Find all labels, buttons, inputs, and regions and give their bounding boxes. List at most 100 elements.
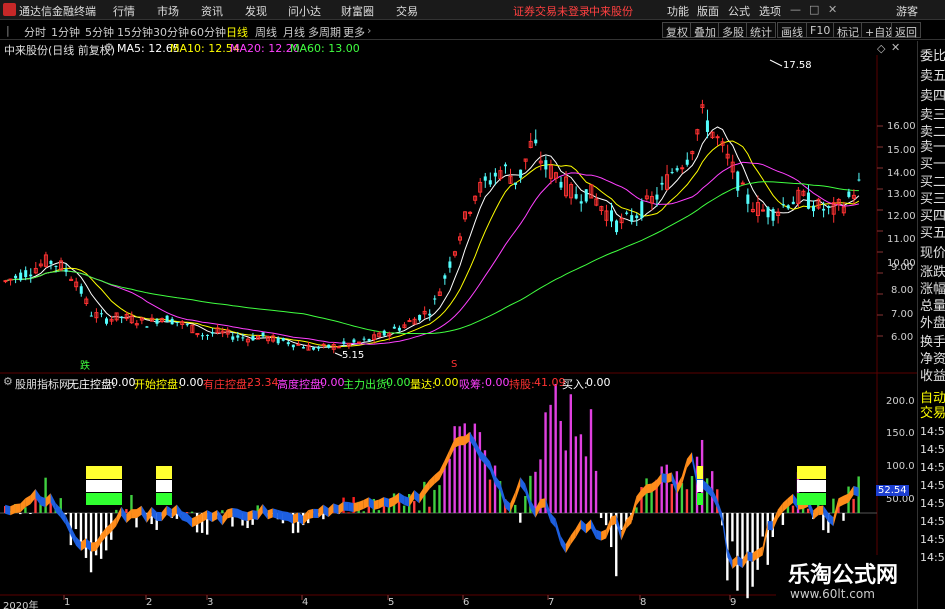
date-tick-2: 2 — [146, 597, 153, 608]
indicator-band — [666, 472, 672, 484]
side-trade[interactable]: 交易 — [920, 402, 945, 421]
tf-daily[interactable]: 日线 — [226, 24, 248, 40]
menu-hangqing[interactable]: 行情 — [113, 3, 135, 19]
tf-60min[interactable]: 60分钟 — [190, 24, 226, 40]
indicator-bar — [569, 394, 572, 513]
side-buy1[interactable]: 买一 — [920, 153, 945, 172]
restore-icon[interactable]: □ — [809, 3, 819, 16]
tool-fanhui[interactable]: 返回 — [891, 22, 921, 39]
tf-weekly[interactable]: 周线 — [255, 24, 277, 40]
indicator-band — [520, 477, 526, 493]
tf-fenshi[interactable]: 分时 — [24, 24, 46, 40]
tf-1min[interactable]: 1分钟 — [51, 24, 80, 40]
tf-30min[interactable]: 30分钟 — [153, 24, 189, 40]
indicator-bar — [84, 513, 88, 558]
menu-gongshi[interactable]: 公式 — [728, 3, 750, 19]
signal-block-yellow — [156, 466, 172, 479]
indicator-bar — [473, 423, 477, 513]
kline-chart[interactable] — [0, 41, 917, 609]
side-sell5[interactable]: 卖五 — [920, 65, 945, 84]
indicator-bar — [766, 513, 769, 565]
candle-body — [579, 201, 583, 204]
candle-body — [231, 336, 235, 340]
menu-banmian[interactable]: 版面 — [697, 3, 719, 19]
menu-zixun[interactable]: 资讯 — [201, 3, 223, 19]
candle-body — [286, 342, 290, 345]
chevron-right-icon[interactable]: › — [367, 24, 371, 37]
indicator-bar — [806, 508, 810, 513]
indicator-band — [787, 493, 793, 508]
menu-xuanxiang[interactable]: 选项 — [759, 3, 781, 19]
guest-label[interactable]: 游客 — [896, 3, 918, 19]
indicator-band — [25, 495, 31, 508]
watermark-title: 乐淘公式网 — [788, 563, 899, 588]
indicator-bar — [670, 483, 673, 513]
tool-diejia[interactable]: 叠加 — [690, 22, 720, 39]
tool-huaxian[interactable]: 画线 — [777, 22, 807, 39]
indicator-bar — [74, 513, 78, 530]
candle-body — [241, 337, 245, 339]
tf-15min[interactable]: 15分钟 — [117, 24, 153, 40]
menu-jiaoyi[interactable]: 交易 — [396, 3, 418, 19]
candle-body — [584, 189, 588, 202]
candle-body — [514, 182, 518, 185]
indicator-bar — [44, 477, 47, 513]
tf-more[interactable]: 更多 — [343, 24, 365, 40]
menu-gongneng[interactable]: 功能 — [667, 3, 689, 19]
price-tick-15: 15.00 — [887, 145, 916, 156]
side-earnings[interactable]: 收益 — [920, 365, 945, 384]
candle-body — [79, 286, 83, 294]
indicator-bar — [347, 512, 350, 514]
menu-faxian[interactable]: 发现 — [245, 3, 267, 19]
tool-tongji[interactable]: 统计 — [746, 22, 776, 39]
signal-block-green — [697, 493, 703, 505]
tool-biaoji[interactable]: 标记 — [833, 22, 863, 39]
indicator-settings-icon[interactable]: ⚙ — [3, 375, 13, 388]
indicator-band — [404, 495, 410, 507]
login-notice[interactable]: 证券交易未登录 — [513, 3, 590, 19]
f9-value: 0.00 — [586, 376, 611, 389]
toggle-icon[interactable]: | — [6, 24, 10, 37]
tf-multi[interactable]: 多周期 — [308, 24, 341, 40]
candle-body — [625, 212, 629, 214]
menu-shichang[interactable]: 市场 — [157, 3, 179, 19]
indicator-bar — [413, 501, 416, 513]
tool-duogu[interactable]: 多股 — [718, 22, 748, 39]
price-tick-9: 9.00 — [891, 262, 914, 273]
tool-fuquan[interactable]: 复权 — [662, 22, 692, 39]
indicator-band — [813, 506, 819, 520]
signal-block-white — [697, 480, 703, 492]
f7-label: 吸筹: — [459, 378, 485, 391]
indicator-bar — [534, 471, 537, 513]
date-tick-2020: 2020年 — [3, 601, 39, 609]
indicator-name[interactable]: 股朋指标网 — [15, 376, 70, 392]
tf-monthly[interactable]: 月线 — [283, 24, 305, 40]
indicator-bar — [781, 513, 785, 525]
candle-body — [428, 313, 432, 316]
watermark-url: www.60lt.com — [790, 587, 875, 601]
side-buy5[interactable]: 买五 — [920, 222, 945, 241]
candle-body — [261, 332, 265, 337]
side-sell4[interactable]: 卖四 — [920, 85, 945, 104]
indicator-bar — [751, 513, 754, 587]
side-price[interactable]: 现价 — [920, 242, 945, 261]
indicator-bar — [438, 485, 441, 513]
side-outer[interactable]: 外盘 — [920, 312, 945, 331]
tool-f10[interactable]: F10 — [806, 22, 835, 38]
minimize-icon[interactable]: — — [790, 3, 801, 16]
indicator-band — [333, 503, 339, 515]
f6-label: 量达: — [410, 378, 436, 391]
indicator-bar — [443, 464, 446, 513]
candle-body — [357, 341, 361, 344]
close-icon[interactable]: ✕ — [828, 3, 837, 16]
side-weibi[interactable]: 委比 — [920, 45, 945, 64]
menu-caifuquan[interactable]: 财富圈 — [341, 3, 374, 19]
candle-body — [448, 261, 452, 268]
tf-5min[interactable]: 5分钟 — [85, 24, 114, 40]
candle-body — [483, 176, 487, 181]
menu-wenxiaoda[interactable]: 问小达 — [288, 3, 321, 19]
date-tick-5: 5 — [388, 597, 395, 608]
candle-body — [342, 341, 346, 344]
signal-block-white — [156, 480, 172, 492]
candle-body — [120, 316, 124, 319]
